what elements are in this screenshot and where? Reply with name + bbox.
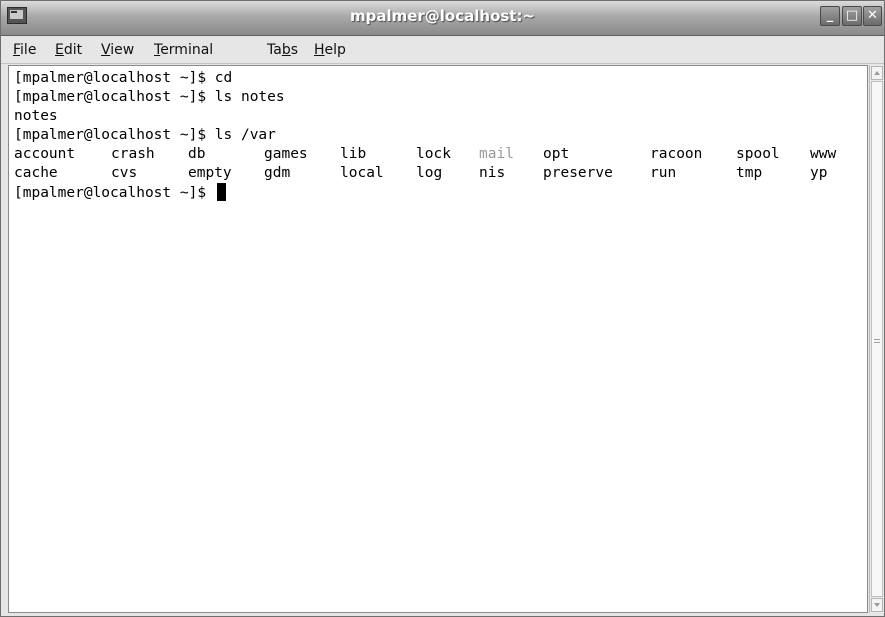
menu-tabs-label: s [290,42,299,58]
menu-view-mnemonic: V [101,42,111,58]
terminal-line: [mpalmer@localhost ~]$ cd [14,70,233,86]
ls-output-row-2: cache cvs empty gdm local log nis preser… [14,164,827,183]
vertical-scrollbar[interactable] [869,65,884,613]
menu-terminal[interactable]: Terminal [154,42,213,58]
ls-entry: tmp [736,165,763,181]
menu-edit-mnemonic: E [55,42,64,58]
ls-entry: account [14,146,76,162]
menu-help-mnemonic: H [314,42,325,58]
menu-terminal-label: erminal [160,42,214,58]
ls-entry: yp [810,165,828,181]
close-button[interactable]: ✕ [863,6,882,26]
menu-help-label: elp [324,42,346,58]
ls-entry: racoon [650,146,703,162]
ls-entry: db [188,146,206,162]
menu-view-label: iew [110,42,135,58]
menu-file-label: ile [20,42,37,58]
terminal-output: [mpalmer@localhost ~]$ cd [mpalmer@local… [14,69,836,202]
terminal-window: mpalmer@localhost:~ _ □ ✕ File Edit View… [0,0,885,617]
terminal-line: notes [14,108,58,124]
ls-entry: run [650,165,677,181]
scrollbar-grip-icon [874,339,880,345]
terminal-area[interactable]: [mpalmer@localhost ~]$ cd [mpalmer@local… [8,65,868,613]
terminal-line: [mpalmer@localhost ~]$ ls notes [14,89,285,105]
ls-entry: lock [416,146,451,162]
menu-edit-label: dit [63,42,83,58]
menu-help[interactable]: Help [314,42,346,58]
prompt-line[interactable]: [mpalmer@localhost ~]$ [14,183,285,202]
ls-entry: preserve [543,165,613,181]
ls-entry: local [340,165,384,181]
ls-entry: log [416,165,443,181]
scroll-down-arrow-icon[interactable] [871,598,883,612]
ls-entry: crash [111,146,155,162]
ls-entry: cvs [111,165,138,181]
ls-entry: games [264,146,308,162]
scrollbar-thumb[interactable] [871,81,883,597]
shell-prompt: [mpalmer@localhost ~]$ [14,185,215,201]
ls-entry: www [810,146,837,162]
menu-edit[interactable]: Edit [55,42,82,58]
terminal-line: [mpalmer@localhost ~]$ ls /var [14,127,276,143]
ls-entry: opt [543,146,570,162]
ls-entry: mail [479,146,514,162]
text-cursor [216,183,226,201]
window-title: mpalmer@localhost:~ [349,7,536,25]
menu-file[interactable]: File [13,42,36,58]
menu-bar: File Edit View Terminal Tabs Help [1,36,884,64]
ls-entry: lib [340,146,367,162]
menu-view[interactable]: View [101,42,134,58]
ls-entry: empty [188,165,232,181]
ls-entry: gdm [264,165,291,181]
scroll-up-arrow-icon[interactable] [871,66,883,80]
ls-entry: nis [479,165,506,181]
menu-tabs[interactable]: Tabs [267,42,298,58]
title-bar[interactable]: mpalmer@localhost:~ _ □ ✕ [1,1,884,36]
ls-output-row-1: account crash db games lib lock mail opt… [14,145,836,164]
ls-entry: spool [736,146,780,162]
menu-tabs-mnemonic: b [281,42,291,58]
maximize-button[interactable]: □ [842,6,862,26]
minimize-button[interactable]: _ [820,6,840,26]
menu-file-mnemonic: F [13,42,21,58]
menu-tabs-label-pre: Ta [267,42,282,58]
ls-entry: cache [14,165,58,181]
